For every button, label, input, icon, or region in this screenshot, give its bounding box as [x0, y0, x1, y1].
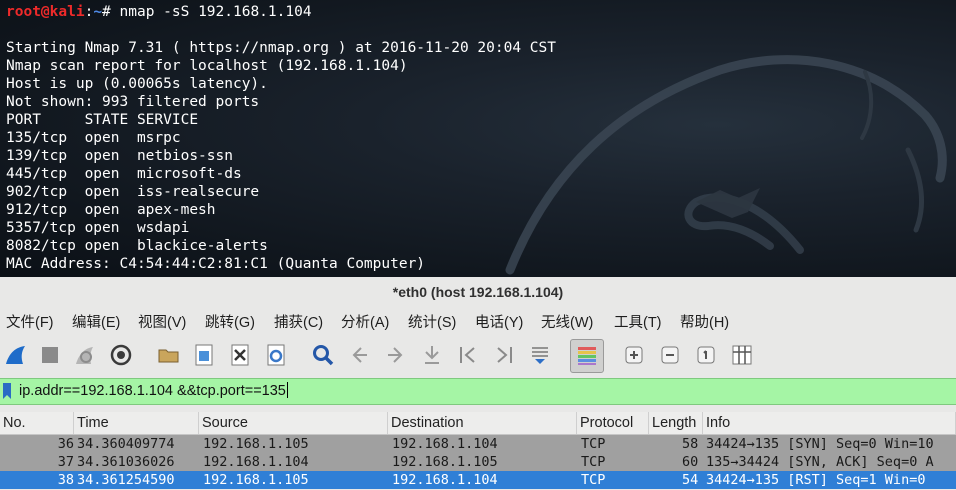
terminal-output-line: 902/tcp open iss-realsecure — [6, 184, 260, 200]
wireshark-window: *eth0 (host 192.168.1.104) 文件(F) 编辑(E) 视… — [0, 277, 956, 490]
menu-telephony[interactable]: 电话(Y) — [475, 312, 523, 334]
packet-info: 34424→135 [RST] Seq=1 Win=0 — [706, 472, 926, 488]
terminal-output-line: Nmap scan report for localhost (192.168.… — [6, 58, 408, 74]
prompt-host: kali — [49, 4, 85, 20]
terminal-window[interactable]: root@kali:~# nmap -sS 192.168.1.104 Star… — [0, 0, 956, 277]
prompt-path: ~ — [93, 4, 103, 20]
terminal-output-line: MAC Address: C4:54:44:C2:81:C1 (Quanta C… — [6, 256, 426, 272]
menu-analyze[interactable]: 分析(A) — [341, 312, 389, 334]
column-length[interactable]: Length — [649, 412, 703, 434]
zoom-in-icon[interactable] — [621, 342, 647, 368]
menu-view[interactable]: 视图(V) — [138, 312, 186, 334]
go-to-packet-icon[interactable] — [419, 342, 445, 368]
restart-fin-icon[interactable] — [72, 342, 98, 368]
menu-file[interactable]: 文件(F) — [6, 312, 54, 334]
menu-tools[interactable]: 工具(T) — [614, 312, 662, 334]
window-title: *eth0 (host 192.168.1.104) — [0, 277, 956, 307]
menu-help[interactable]: 帮助(H) — [680, 312, 729, 334]
find-packet-icon[interactable] — [310, 342, 336, 368]
packet-source: 192.168.1.104 — [203, 454, 309, 470]
packet-row-selected[interactable]: 38 34.361254590 192.168.1.105 192.168.1.… — [0, 471, 956, 489]
last-packet-icon[interactable] — [491, 342, 517, 368]
menu-wireless[interactable]: 无线(W) — [541, 312, 593, 334]
autoscroll-icon[interactable] — [527, 342, 553, 368]
packet-list-header: No. Time Source Destination Protocol Len… — [0, 412, 956, 435]
column-source[interactable]: Source — [199, 412, 388, 434]
normal-size-icon[interactable] — [693, 342, 719, 368]
resize-columns-icon[interactable] — [729, 342, 755, 368]
packet-row[interactable]: 36 34.360409774 192.168.1.105 192.168.1.… — [0, 435, 956, 453]
packet-protocol: TCP — [581, 436, 606, 452]
menu-capture[interactable]: 捕获(C) — [274, 312, 323, 334]
column-protocol[interactable]: Protocol — [577, 412, 649, 434]
terminal-output-line: Not shown: 993 filtered ports — [6, 94, 260, 110]
packet-destination: 192.168.1.104 — [392, 436, 498, 452]
column-info[interactable]: Info — [703, 412, 956, 434]
menu-statistics[interactable]: 统计(S) — [408, 312, 456, 334]
zoom-out-icon[interactable] — [657, 342, 683, 368]
packet-source: 192.168.1.105 — [203, 436, 309, 452]
shark-fin-start-icon[interactable] — [3, 342, 29, 368]
terminal-output-line: Starting Nmap 7.31 ( https://nmap.org ) … — [6, 40, 556, 56]
save-file-icon[interactable] — [191, 342, 217, 368]
packet-no: 36 — [57, 436, 74, 452]
terminal-command: nmap -sS 192.168.1.104 — [110, 4, 312, 20]
terminal-output-line: 5357/tcp open wsdapi — [6, 220, 190, 236]
display-filter-bar[interactable]: ip.addr==192.168.1.104 &&tcp.port==135 — [0, 378, 956, 405]
go-forward-icon[interactable] — [383, 342, 409, 368]
packet-protocol: TCP — [581, 454, 606, 470]
column-time[interactable]: Time — [74, 412, 199, 434]
packet-source: 192.168.1.105 — [203, 472, 309, 488]
prompt-at: @ — [40, 4, 50, 20]
bookmark-icon[interactable] — [1, 382, 13, 400]
first-packet-icon[interactable] — [455, 342, 481, 368]
main-toolbar — [0, 336, 956, 374]
terminal-output-line: PORT STATE SERVICE — [6, 112, 199, 128]
capture-options-gear-icon[interactable] — [108, 342, 134, 368]
packet-protocol: TCP — [581, 472, 606, 488]
packet-time: 34.361254590 — [77, 472, 175, 488]
packet-info: 34424→135 [SYN] Seq=0 Win=10 — [706, 436, 934, 452]
column-destination[interactable]: Destination — [388, 412, 577, 434]
packet-no: 38 — [57, 472, 74, 488]
prompt-line: root@kali:~# nmap -sS 192.168.1.104 — [6, 3, 312, 21]
terminal-output-line: 135/tcp open msrpc — [6, 130, 181, 146]
menu-go[interactable]: 跳转(G) — [205, 312, 255, 334]
packet-info: 135→34424 [SYN, ACK] Seq=0 A — [706, 454, 934, 470]
packet-length: 54 — [682, 472, 699, 488]
prompt-separator: : — [84, 4, 94, 20]
display-filter-input[interactable]: ip.addr==192.168.1.104 &&tcp.port==135 — [19, 379, 288, 404]
menu-bar: 文件(F) 编辑(E) 视图(V) 跳转(G) 捕获(C) 分析(A) 统计(S… — [0, 308, 956, 336]
packet-destination: 192.168.1.105 — [392, 454, 498, 470]
packet-destination: 192.168.1.104 — [392, 472, 498, 488]
display-filter-text: ip.addr==192.168.1.104 &&tcp.port==135 — [19, 383, 286, 399]
terminal-output-line: 912/tcp open apex-mesh — [6, 202, 216, 218]
terminal-output-line: 139/tcp open netbios-ssn — [6, 148, 233, 164]
prompt-user: root — [6, 4, 41, 20]
terminal-output-line: Host is up (0.00065s latency). — [6, 76, 268, 92]
packet-no: 37 — [57, 454, 74, 470]
terminal-output-line: 8082/tcp open blackice-alerts — [6, 238, 268, 254]
packet-time: 34.361036026 — [77, 454, 175, 470]
close-file-icon[interactable] — [227, 342, 253, 368]
go-back-icon[interactable] — [346, 342, 372, 368]
text-cursor — [286, 382, 288, 398]
prompt-symbol: # — [102, 4, 111, 20]
packet-length: 60 — [682, 454, 699, 470]
column-no[interactable]: No. — [0, 412, 74, 434]
packet-row[interactable]: 37 34.361036026 192.168.1.104 192.168.1.… — [0, 453, 956, 471]
menu-edit[interactable]: 编辑(E) — [72, 312, 120, 334]
colorize-icon[interactable] — [570, 339, 604, 373]
terminal-output-line: 445/tcp open microsoft-ds — [6, 166, 242, 182]
open-folder-icon[interactable] — [156, 342, 182, 368]
reload-file-icon[interactable] — [263, 342, 289, 368]
packet-time: 34.360409774 — [77, 436, 175, 452]
stop-square-icon[interactable] — [37, 342, 63, 368]
packet-length: 58 — [682, 436, 699, 452]
